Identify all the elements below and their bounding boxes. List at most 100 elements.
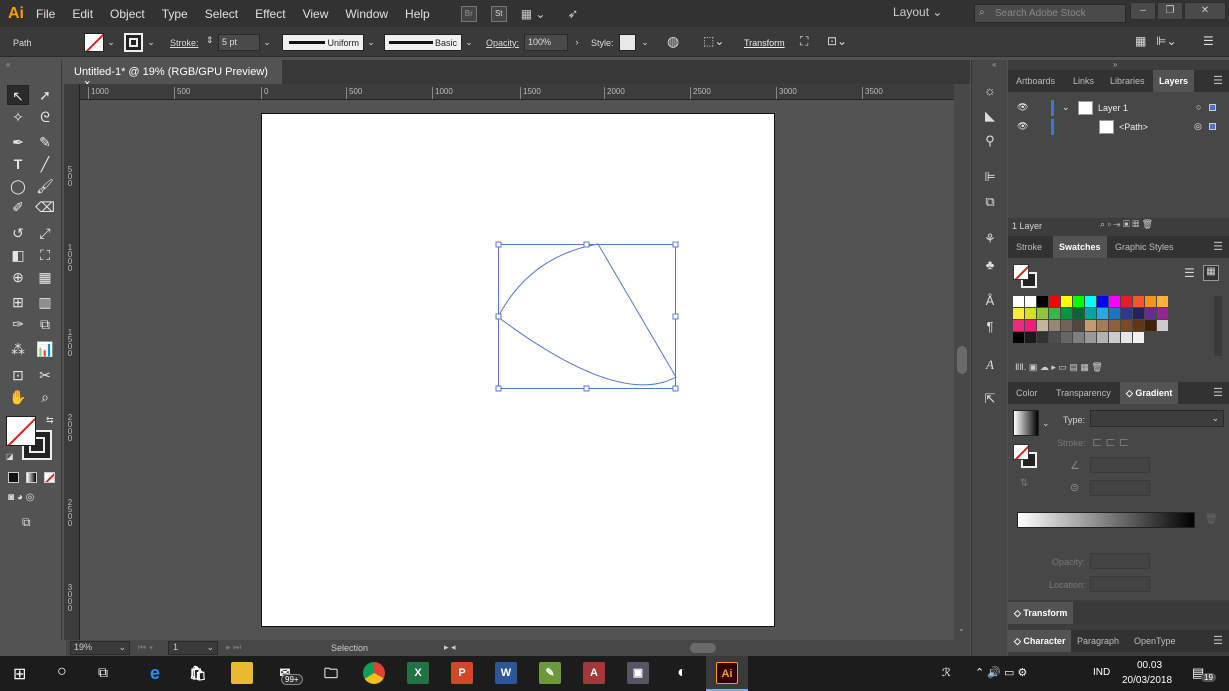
color-swatch[interactable] — [1049, 320, 1060, 331]
perspective-grid-tool-icon[interactable]: ▦ — [34, 267, 56, 287]
delete-stop-icon[interactable]: 🗑 — [1205, 514, 1218, 525]
color-swatch[interactable] — [1037, 332, 1048, 343]
symbol-sprayer-tool-icon[interactable]: ⁂ — [7, 339, 29, 359]
color-swatch[interactable] — [1085, 296, 1096, 307]
color-swatch[interactable] — [1013, 308, 1024, 319]
tab-links[interactable]: Links — [1067, 70, 1100, 92]
tab-swatches[interactable]: Swatches — [1053, 236, 1107, 258]
reverse-gradient-icon[interactable]: ⇅ — [1020, 478, 1028, 489]
gradient-preview[interactable] — [1013, 410, 1039, 436]
character-panel-menu-icon[interactable]: ☰ — [1213, 634, 1223, 647]
tab-character[interactable]: ◇ Character — [1008, 630, 1072, 652]
swatches-fill-box[interactable] — [1013, 264, 1029, 280]
selected-path[interactable] — [490, 236, 686, 398]
color-swatch[interactable] — [1073, 332, 1084, 343]
magic-wand-tool-icon[interactable]: ✧ — [7, 107, 29, 127]
tray-icons[interactable]: ⌃ 🔊 ▭ ⚙ — [975, 666, 1027, 679]
eraser-tool-icon[interactable]: ⌫ — [34, 197, 56, 217]
color-swatch[interactable] — [1049, 296, 1060, 307]
handle-left[interactable] — [495, 313, 502, 320]
blend-tool-icon[interactable]: ⧉ — [34, 314, 56, 334]
tab-artboards[interactable]: Artboards — [1010, 70, 1061, 92]
path-name[interactable]: <Path> — [1119, 122, 1148, 132]
color-swatch[interactable] — [1145, 308, 1156, 319]
color-swatch[interactable] — [1025, 332, 1036, 343]
first-artboard-icon[interactable]: ⏮ ◂ — [138, 642, 153, 653]
menu-type[interactable]: Type — [162, 7, 188, 21]
style-dropdown-icon[interactable]: ⌄ — [638, 34, 652, 51]
handle-bottom[interactable] — [583, 385, 590, 392]
sublayer-row[interactable]: 👁 <Path> ◎ — [1008, 118, 1229, 137]
swatches-panel-menu-icon[interactable]: ☰ — [1213, 240, 1223, 253]
variable-width-profile[interactable]: Uniform — [282, 34, 364, 51]
opacity-arrow-icon[interactable]: › — [570, 34, 584, 51]
tab-transparency[interactable]: Transparency — [1050, 382, 1117, 404]
edge-icon[interactable]: e — [144, 662, 166, 684]
control-options-icon[interactable]: ⊫⌄ — [1156, 34, 1177, 48]
gradient-panel-menu-icon[interactable]: ☰ — [1213, 386, 1223, 399]
ellipse-tool-icon[interactable]: ◯ — [7, 176, 29, 196]
paintbrush-tool-icon[interactable]: 🖌 — [34, 176, 56, 196]
color-swatch[interactable] — [1097, 332, 1108, 343]
default-fill-stroke-icon[interactable]: ◪ — [6, 452, 14, 461]
color-swatch[interactable] — [1109, 296, 1120, 307]
collapse-dock-icon[interactable]: » — [1113, 60, 1117, 69]
menu-object[interactable]: Object — [110, 7, 145, 21]
target-icon[interactable]: ◎ — [1194, 121, 1202, 132]
isolate-icon[interactable]: ⛶ — [800, 34, 808, 49]
excel-icon[interactable]: X — [407, 662, 429, 684]
color-swatch[interactable] — [1049, 332, 1060, 343]
line-tool-icon[interactable]: ╱ — [34, 154, 56, 174]
workspace-switcher[interactable]: Layout ⌄ — [893, 5, 942, 19]
status-menu-icon[interactable]: ▸ ◂ — [444, 642, 456, 653]
brush-definition[interactable]: Basic — [384, 34, 462, 51]
opacity-field[interactable]: 100% — [524, 34, 568, 51]
color-swatch[interactable] — [1121, 308, 1132, 319]
color-swatch[interactable] — [1073, 296, 1084, 307]
profile-dropdown-icon[interactable]: ⌄ — [364, 34, 378, 51]
stroke-swatch[interactable] — [124, 33, 143, 52]
gradient-preview-dropdown-icon[interactable]: ⌄ — [1042, 418, 1050, 429]
color-swatch[interactable] — [1085, 308, 1096, 319]
powerpoint-icon[interactable]: P — [451, 662, 473, 684]
tab-stroke[interactable]: Stroke — [1010, 236, 1048, 258]
color-swatch[interactable] — [1133, 308, 1144, 319]
vertical-scroll-thumb[interactable] — [957, 346, 967, 374]
color-swatch[interactable] — [1037, 308, 1048, 319]
handle-bottom-right[interactable] — [672, 385, 679, 392]
mesh-tool-icon[interactable]: ⊞ — [7, 292, 29, 312]
width-tool-icon[interactable]: ◧ — [7, 245, 29, 265]
selection-indicator[interactable] — [1209, 123, 1216, 130]
menu-select[interactable]: Select — [205, 7, 238, 21]
handle-bottom-left[interactable] — [495, 385, 502, 392]
symbols-icon[interactable]: ♣ — [981, 256, 999, 274]
graphic-style-swatch[interactable] — [619, 34, 636, 51]
layer-name[interactable]: Layer 1 — [1098, 103, 1128, 113]
handle-right[interactable] — [672, 313, 679, 320]
align-panel-icon[interactable]: ⊫ — [981, 168, 999, 186]
direct-selection-tool-icon[interactable]: ➚ — [34, 85, 56, 105]
store-icon[interactable]: 🛍 — [187, 662, 209, 684]
swatch-scrollbar[interactable] — [1214, 296, 1222, 356]
arrange-icon[interactable]: ⊡⌄ — [827, 34, 847, 48]
color-swatch[interactable] — [1109, 308, 1120, 319]
shape-path[interactable] — [497, 243, 677, 386]
layer-row[interactable]: 👁 ⌄ Layer 1 ○ — [1008, 99, 1229, 118]
color-swatch[interactable] — [1025, 320, 1036, 331]
curvature-tool-icon[interactable]: ✎ — [34, 132, 56, 152]
color-swatch[interactable] — [1133, 296, 1144, 307]
color-swatch[interactable] — [1085, 332, 1096, 343]
horizontal-scroll-thumb[interactable] — [690, 643, 716, 653]
color-swatch[interactable] — [1013, 296, 1024, 307]
color-swatch[interactable] — [1037, 320, 1048, 331]
gradient-opacity-field[interactable] — [1090, 553, 1150, 569]
slice-tool-icon[interactable]: ✂ — [34, 365, 56, 385]
toolbar-fill-box[interactable] — [6, 416, 36, 446]
grid-view-icon[interactable]: ▦ — [1203, 265, 1219, 281]
selection-tool-icon[interactable]: ↖ — [7, 85, 29, 105]
eyedropper-tool-icon[interactable]: ✑ — [7, 314, 29, 334]
menu-view[interactable]: View — [303, 7, 329, 21]
color-swatch[interactable] — [1025, 308, 1036, 319]
language-indicator[interactable]: IND — [1093, 667, 1110, 678]
color-swatch[interactable] — [1013, 320, 1024, 331]
